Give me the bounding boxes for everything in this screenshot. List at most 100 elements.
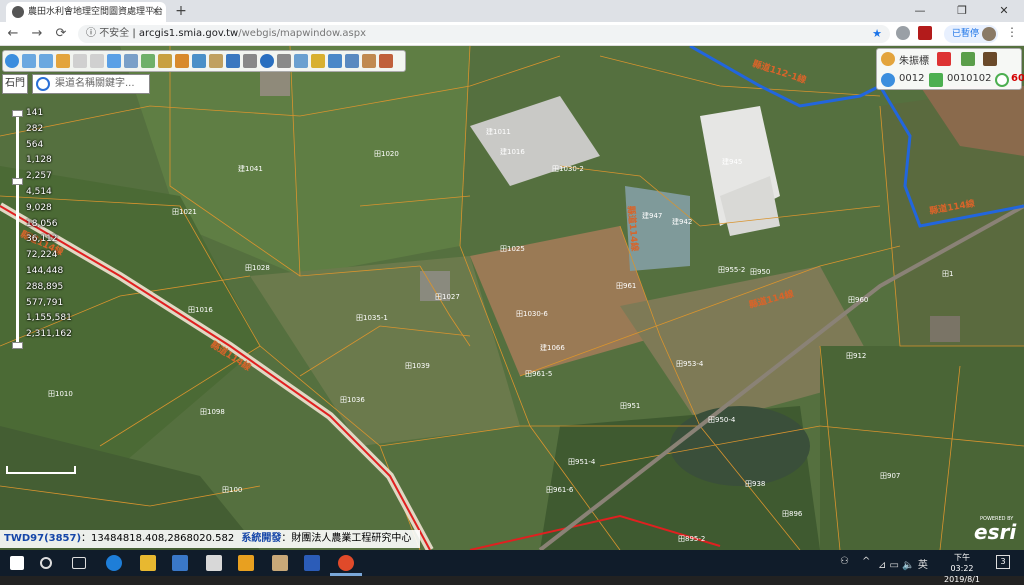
ruler-icon[interactable] — [209, 54, 223, 68]
zoom-scale-label[interactable]: 36,112 — [26, 234, 58, 244]
logout-door-icon[interactable] — [983, 52, 997, 66]
store-icon[interactable] — [172, 555, 188, 571]
user-icon — [881, 52, 895, 66]
area-select[interactable]: 石門 — [2, 74, 28, 94]
boat-icon[interactable] — [192, 54, 206, 68]
new-tab-button[interactable]: + — [172, 2, 190, 20]
full-screen-icon[interactable] — [107, 54, 121, 68]
parcel-label: 田1016 — [188, 306, 213, 314]
zoom-scale-label[interactable]: 288,895 — [26, 282, 63, 292]
measure-icon[interactable] — [175, 54, 189, 68]
edge-icon[interactable] — [106, 555, 122, 571]
browser-tab[interactable]: 農田水利會地理空間圖資處理平台 × — [6, 2, 166, 22]
browser-menu-icon[interactable]: ⋮ — [1006, 25, 1018, 39]
zoom-scale-label[interactable]: 282 — [26, 124, 43, 134]
tab-close-icon[interactable]: × — [152, 2, 160, 22]
pan-hand-icon[interactable] — [56, 54, 70, 68]
coord-system-label: TWD97(3857) — [4, 533, 82, 544]
imagery-icon[interactable] — [158, 54, 172, 68]
zoom-out-handle[interactable] — [12, 342, 23, 349]
zoom-in-handle[interactable] — [12, 110, 23, 117]
notification-icon[interactable] — [937, 52, 951, 66]
previous-extent-icon[interactable] — [73, 54, 87, 68]
esri-logo: esri — [974, 520, 1017, 544]
people-icon[interactable]: ⚇ — [840, 556, 849, 567]
zoom-track[interactable] — [16, 110, 19, 346]
home-icon[interactable] — [961, 52, 975, 66]
reload-button[interactable]: ⟳ — [52, 25, 70, 43]
database-icon[interactable] — [328, 54, 342, 68]
close-window-button[interactable]: ✕ — [984, 0, 1024, 22]
search-map-icon[interactable] — [294, 54, 308, 68]
info-icon[interactable] — [260, 54, 274, 68]
map-view[interactable]: 建1011 建1016 田1020 田1030-2 田1025 田1027 田1028 田10… — [0, 46, 1024, 550]
mail-icon[interactable] — [206, 555, 222, 571]
layers-icon[interactable] — [124, 54, 138, 68]
zoom-scale-label[interactable]: 2,257 — [26, 171, 52, 181]
zoom-scale-label[interactable]: 2,311,162 — [26, 329, 72, 339]
parcel-label: 田895-2 — [678, 535, 705, 543]
parcel-label: 田950-4 — [708, 416, 736, 424]
basemap-icon[interactable] — [141, 54, 155, 68]
zoom-scale-label[interactable]: 9,028 — [26, 203, 52, 213]
search-icon[interactable] — [40, 557, 52, 569]
search-icon[interactable] — [36, 77, 50, 91]
zoom-out-icon[interactable] — [39, 54, 53, 68]
parcel-label: 田1030-6 — [516, 310, 548, 318]
parcel-label: 田955-2 — [718, 266, 745, 274]
address-bar[interactable]: ⓘ 不安全 | arcgis1.smia.gov.tw/webgis/mapwi… — [78, 25, 890, 43]
zoom-scale-label[interactable]: 1,155,581 — [26, 313, 72, 323]
zoom-scale-slider[interactable]: 141 282 564 1,128 2,257 4,514 9,028 18,056 36,11… — [10, 108, 76, 350]
zoom-scale-label[interactable]: 72,224 — [26, 250, 58, 260]
maximize-button[interactable]: ❐ — [942, 0, 982, 22]
zoom-in-icon[interactable] — [22, 54, 36, 68]
zoom-level-handle[interactable] — [12, 178, 23, 185]
zoom-scale-label[interactable]: 18,056 — [26, 219, 58, 229]
zoom-scale-label[interactable]: 144,448 — [26, 266, 63, 276]
export-icon[interactable] — [345, 54, 359, 68]
zoom-scale-label[interactable]: 4,514 — [26, 187, 52, 197]
zoom-scale-label[interactable]: 1,128 — [26, 155, 52, 165]
browser-tab-strip: 農田水利會地理空間圖資處理平台 × + — ❐ ✕ — [0, 0, 1024, 22]
back-button[interactable]: ← — [4, 25, 22, 43]
parcel-label: 田1098 — [200, 408, 225, 416]
clock[interactable]: 下午 03:22 2019/8/1 — [942, 552, 982, 585]
palette-icon[interactable] — [379, 54, 393, 68]
area-icon[interactable] — [226, 54, 240, 68]
print-icon[interactable] — [243, 54, 257, 68]
info-icon[interactable]: ⓘ — [86, 28, 99, 39]
shield-extension-icon[interactable] — [896, 26, 910, 40]
task-view-icon[interactable] — [72, 557, 86, 569]
parcel-label: 田961-5 — [525, 370, 552, 378]
minimize-button[interactable]: — — [900, 0, 940, 22]
parcel-label: 田950 — [750, 268, 770, 276]
tray-icons[interactable]: ⊿ ▭ 🔈 英 — [878, 556, 928, 571]
parcel-label: 建1066 — [540, 343, 565, 352]
word-icon[interactable] — [304, 555, 320, 571]
edit-icon[interactable] — [362, 54, 376, 68]
profile-paused-button[interactable]: 已暫停 — [944, 25, 998, 43]
globe-full-extent-icon[interactable] — [5, 54, 19, 68]
zoom-scale-label[interactable]: 141 — [26, 108, 43, 118]
windows-start-icon[interactable] — [10, 556, 24, 570]
app-icon[interactable] — [238, 555, 254, 571]
locate-icon[interactable] — [277, 54, 291, 68]
photo-icon[interactable] — [272, 555, 288, 571]
parcel-label: 建942 — [672, 217, 692, 226]
clock-time: 下午 03:22 — [950, 553, 974, 573]
zoom-scale-label[interactable]: 564 — [26, 140, 43, 150]
channel-search-input[interactable]: 渠道名稱關鍵字... — [32, 74, 150, 94]
pdf-extension-icon[interactable] — [918, 26, 932, 40]
chrome-icon[interactable] — [338, 555, 354, 571]
parcel-label: 建1011 — [486, 127, 511, 136]
count-b: 0010102 — [947, 73, 992, 84]
parcel-label: 田1020 — [374, 150, 399, 158]
tray-expand-icon[interactable]: ^ — [862, 556, 870, 567]
notification-center-icon[interactable]: 3 — [996, 555, 1010, 569]
bookmark-star-icon[interactable]: ★ — [872, 25, 882, 43]
file-explorer-icon[interactable] — [140, 555, 156, 571]
next-extent-icon[interactable] — [90, 54, 104, 68]
person-icon[interactable] — [311, 54, 325, 68]
forward-button[interactable]: → — [28, 25, 46, 43]
zoom-scale-label[interactable]: 577,791 — [26, 298, 63, 308]
